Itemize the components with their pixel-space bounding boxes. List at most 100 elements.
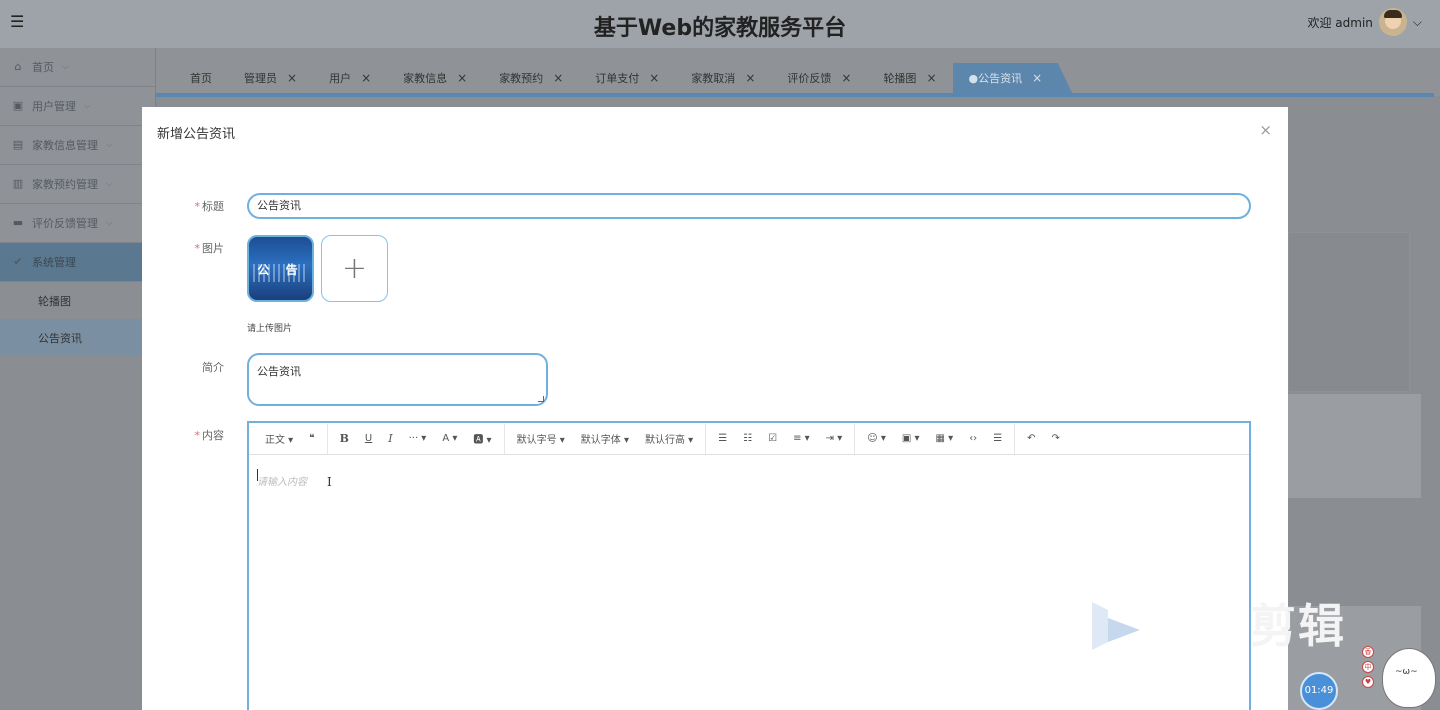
rich-text-editor[interactable]: 正文 ▾ ❝ B U I ··· ▾ A ▾ 🅰 ▾ 默认字号 ▾ 默认字体 ▾…: [247, 421, 1251, 710]
tab-tutor-info[interactable]: 家教信息 ×: [387, 63, 483, 93]
sidebar-subitem-announcements[interactable]: 公告资讯: [0, 319, 155, 356]
font-family-dropdown[interactable]: 默认字体 ▾: [573, 431, 637, 446]
sidebar-item-users[interactable]: ▣ 用户管理 ⌵: [0, 87, 155, 126]
align-dropdown[interactable]: ≡ ▾: [785, 433, 818, 444]
welcome-text: 欢迎 admin: [1307, 15, 1373, 30]
close-icon[interactable]: ×: [553, 71, 563, 85]
chevron-down-icon[interactable]: ⌵: [1413, 15, 1422, 30]
title-label: * 标题: [194, 200, 225, 213]
sidebar-item-label: 评价反馈管理: [32, 217, 98, 230]
tab-announcements[interactable]: ●公告资讯 ×: [952, 63, 1073, 93]
mascot-icon[interactable]: ~ω~: [1382, 648, 1436, 708]
title-input[interactable]: 公告资讯: [247, 193, 1251, 219]
required-mark: *: [194, 242, 201, 255]
tab-label: 家教信息: [403, 72, 448, 85]
close-icon[interactable]: ×: [745, 71, 755, 85]
background-color-dropdown[interactable]: 🅰 ▾: [465, 431, 499, 446]
sidebar-item-label: 首页: [32, 61, 54, 74]
tab-admins[interactable]: 管理员 ×: [228, 63, 313, 93]
line-height-dropdown[interactable]: 默认行高 ▾: [637, 431, 701, 446]
sidebar-item-label: 系统管理: [32, 256, 76, 269]
tab-bookings[interactable]: 家教预约 ×: [483, 63, 579, 93]
italic-icon[interactable]: I: [380, 432, 400, 445]
user-menu[interactable]: 欢迎 admin ⌵: [1307, 8, 1422, 36]
font-size-dropdown[interactable]: 默认字号 ▾: [509, 431, 573, 446]
chevron-down-icon: ⌵: [106, 179, 113, 189]
font-color-dropdown[interactable]: A ▾: [434, 433, 465, 444]
close-icon[interactable]: ×: [649, 71, 659, 85]
tab-label: 轮播图: [883, 72, 917, 85]
home-icon: ⌂: [14, 60, 22, 73]
intro-textarea[interactable]: 公告资讯: [247, 353, 548, 406]
sidebar-item-bookings[interactable]: ▥ 家教预约管理 ⌵: [0, 165, 155, 204]
tab-label: 评价反馈: [787, 72, 832, 85]
bullet-list-icon[interactable]: ☰: [710, 433, 735, 444]
underline-icon[interactable]: U: [357, 433, 380, 444]
chevron-down-icon: ⌵: [106, 218, 113, 228]
todo-icon[interactable]: ☑: [760, 433, 785, 444]
toolbar-divider: [503, 423, 505, 454]
settings-icon: ✔: [13, 255, 23, 268]
indent-dropdown[interactable]: ⇥ ▾: [818, 433, 851, 444]
numbered-list-icon[interactable]: ☷: [735, 433, 760, 444]
more-styles-dropdown[interactable]: ··· ▾: [401, 433, 435, 444]
mini-button[interactable]: ♥: [1362, 676, 1374, 688]
sidebar-subitem-carousel[interactable]: 轮播图: [0, 282, 155, 319]
chevron-down-icon: ⌵: [84, 101, 91, 111]
close-icon[interactable]: ×: [361, 71, 371, 85]
mini-button[interactable]: 中: [1362, 661, 1374, 673]
uploaded-image-thumbnail[interactable]: 公 告: [247, 235, 314, 302]
tab-cancellations[interactable]: 家教取消 ×: [675, 63, 771, 93]
sidebar-item-home[interactable]: ⌂ 首页 ⌵: [0, 48, 155, 87]
bold-icon[interactable]: B: [332, 432, 357, 445]
users-icon: ▣: [12, 99, 24, 112]
close-icon[interactable]: ×: [1259, 121, 1272, 139]
close-icon[interactable]: ×: [841, 71, 851, 85]
i-beam-cursor-icon: I: [327, 475, 332, 489]
sidebar-item-feedback[interactable]: ▬ 评价反馈管理 ⌵: [0, 204, 155, 243]
tab-label: 首页: [190, 72, 212, 85]
tab-feedback[interactable]: 评价反馈 ×: [771, 63, 867, 93]
redo-icon[interactable]: ↷: [1044, 433, 1068, 444]
sidebar-item-label: 用户管理: [32, 100, 76, 113]
paragraph-dropdown[interactable]: 正文 ▾: [257, 431, 301, 446]
close-icon[interactable]: ×: [287, 71, 297, 85]
recording-timer[interactable]: 01:49: [1300, 672, 1338, 710]
tab-users[interactable]: 用户 ×: [313, 63, 387, 93]
resize-handle-icon[interactable]: [538, 396, 544, 402]
avatar[interactable]: [1378, 8, 1407, 36]
upload-image-button[interactable]: +: [321, 235, 388, 302]
divider-icon[interactable]: ☰: [985, 433, 1010, 444]
sidebar-item-system[interactable]: ✔ 系统管理 ⌃: [0, 243, 155, 282]
image-dropdown[interactable]: ▣ ▾: [894, 433, 928, 444]
tab-underline: [156, 93, 1434, 97]
undo-icon[interactable]: ↶: [1019, 433, 1043, 444]
sidebar-item-tutor-info[interactable]: ▤ 家教信息管理 ⌵: [0, 126, 155, 165]
sidebar-subitem-label: 轮播图: [38, 294, 71, 308]
emoji-dropdown[interactable]: ☺ ▾: [859, 433, 894, 444]
toolbar-divider: [705, 423, 707, 454]
chevron-up-icon: ⌃: [84, 257, 92, 267]
thumbnail-text: 公 告: [257, 263, 304, 277]
upload-tip: 请上传图片: [247, 324, 293, 334]
background-panel: [1288, 232, 1410, 392]
video-logo-icon: [1092, 602, 1140, 650]
close-icon[interactable]: ×: [926, 71, 936, 85]
tab-home[interactable]: 首页: [174, 63, 228, 93]
code-icon[interactable]: ‹›: [961, 433, 985, 444]
close-icon[interactable]: ×: [1032, 71, 1042, 85]
close-icon[interactable]: ×: [457, 71, 467, 85]
tab-label: 管理员: [244, 72, 277, 85]
tab-label: 家教取消: [691, 72, 736, 85]
background-panel: [1288, 394, 1421, 498]
table-dropdown[interactable]: ▦ ▾: [928, 433, 962, 444]
tab-label: 家教预约: [499, 72, 544, 85]
quote-icon[interactable]: ❝: [301, 433, 322, 444]
tab-label: 订单支付: [595, 72, 640, 85]
content-label: * 内容: [194, 429, 225, 442]
tab-label: ●公告资讯: [968, 72, 1023, 85]
sidebar-subitem-label: 公告资讯: [38, 331, 82, 345]
tab-carousel[interactable]: 轮播图 ×: [867, 63, 952, 93]
tab-payments[interactable]: 订单支付 ×: [579, 63, 675, 93]
mini-button[interactable]: 香: [1362, 646, 1374, 658]
